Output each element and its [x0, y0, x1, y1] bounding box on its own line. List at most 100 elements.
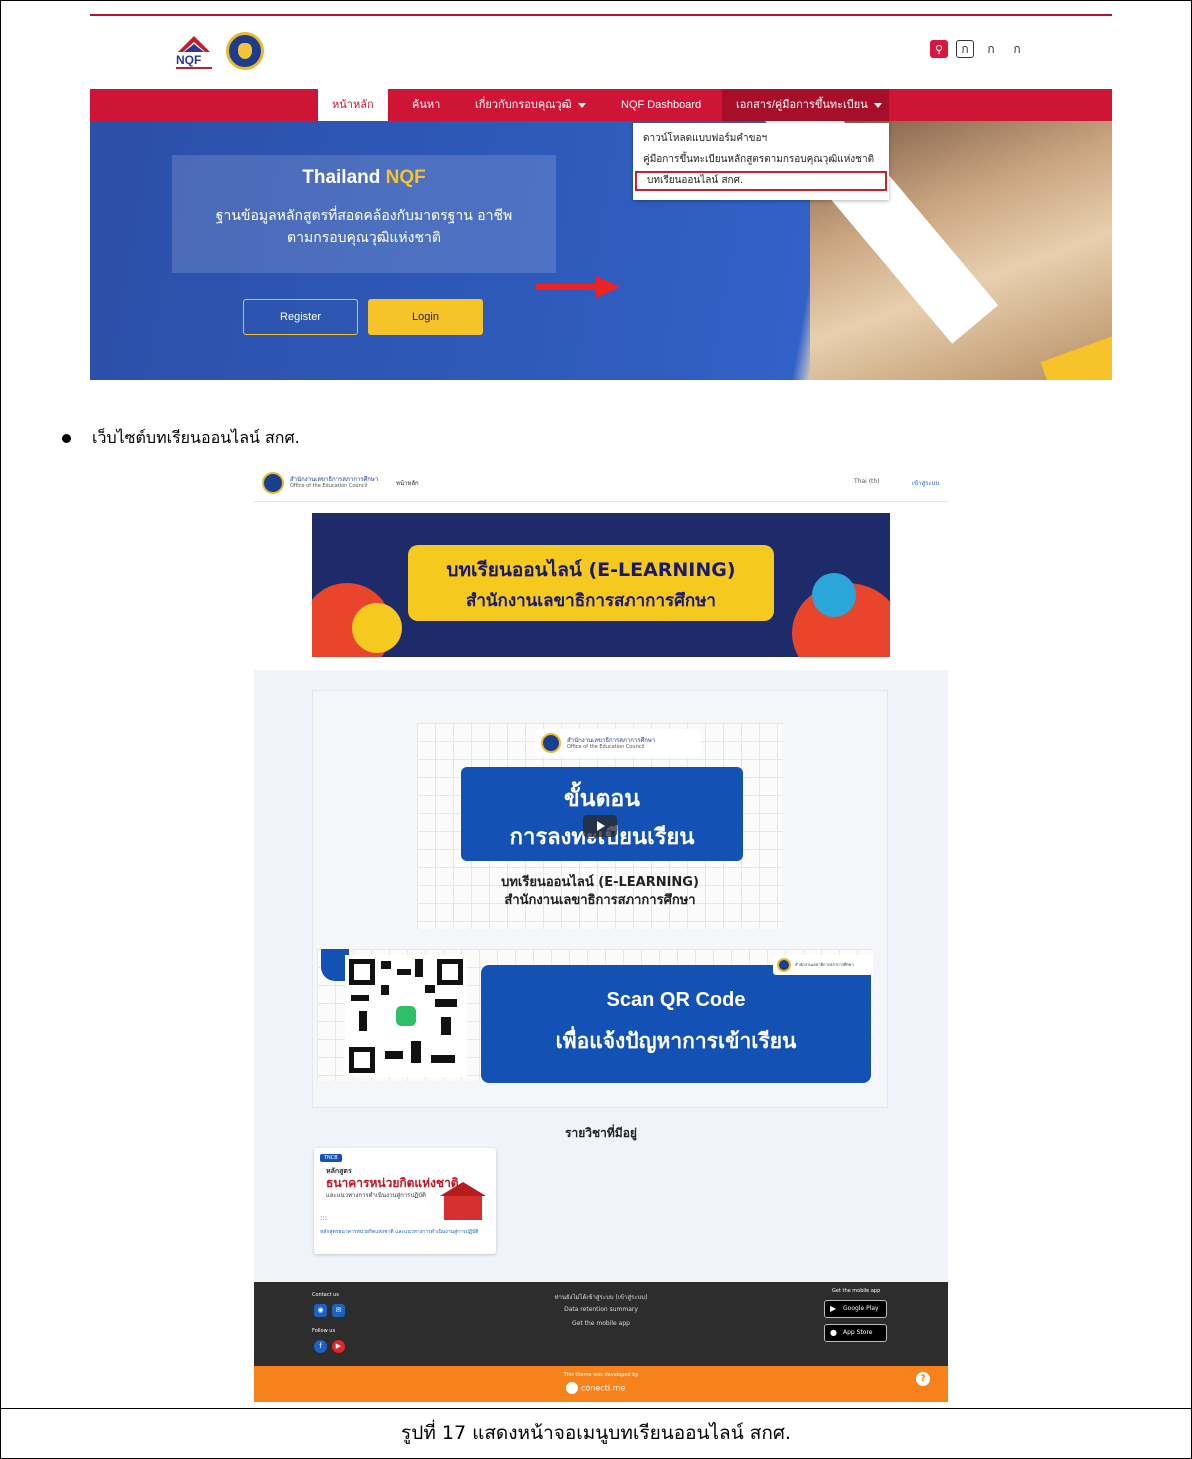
qr-module: [397, 969, 411, 975]
qr-module: [441, 1017, 451, 1035]
nav-documents-label: เอกสาร/คู่มือการขึ้นทะเบียน: [736, 99, 868, 111]
video-org-badge: สำนักงานเลขาธิการสภาการศึกษา Office of t…: [535, 729, 701, 757]
theme-credit-text: This theme was developed by: [563, 1372, 639, 1378]
svg-text:NQF: NQF: [176, 53, 201, 67]
qr-line-2: เพื่อแจ้งปัญหาการเข้าเรียน: [555, 1029, 797, 1053]
menu-item-registration-manual[interactable]: คู่มือการขึ้นทะเบียนหลักสูตรตามกรอบคุณวุ…: [633, 150, 889, 170]
google-play-label: Google Play: [843, 1305, 879, 1312]
qr-module: [415, 959, 423, 977]
nqf-logo-icon: NQF: [176, 36, 212, 69]
google-play-badge[interactable]: ▶ Google Play: [824, 1300, 887, 1318]
hero-title: Thailand NQF: [172, 167, 556, 189]
qr-finder: [437, 959, 463, 985]
hero-subtitle: ฐานข้อมูลหลักสูตรที่สอดคล้องกับมาตรฐาน อ…: [172, 205, 556, 249]
nav-home-link[interactable]: หน้าหลัก: [396, 478, 419, 488]
register-button[interactable]: Register: [243, 299, 358, 335]
footer-follow-label: Follow us: [312, 1328, 336, 1334]
nqf-main-nav: หน้าหลัก ค้นหา เกี่ยวกับกรอบคุณวุฒิ NQF …: [90, 89, 1112, 121]
intro-panel: สำนักงานเลขาธิการสภาการศึกษา Office of t…: [312, 690, 888, 1108]
annotation-arrow-icon: [596, 276, 620, 298]
org-name-en: Office of the Education Council: [290, 483, 368, 489]
nav-search[interactable]: ค้นหา: [398, 89, 454, 121]
elearning-header: สำนักงานเลขาธิการสภาการศึกษา Office of t…: [254, 464, 948, 502]
caption-separator: [0, 1408, 1192, 1409]
language-selector[interactable]: Thai (th): [854, 478, 880, 485]
course-menu-dots[interactable]: :::: [320, 1214, 327, 1222]
qr-module: [411, 1041, 421, 1063]
nav-documents[interactable]: เอกสาร/คู่มือการขึ้นทะเบียน: [722, 89, 889, 121]
login-button[interactable]: Login: [368, 299, 483, 335]
menu-item-download-forms[interactable]: ดาวน์โหลดแบบฟอร์มคำขอฯ: [633, 129, 889, 149]
bullet-dot: [62, 434, 71, 443]
chevron-down-icon: [577, 102, 586, 108]
qr-finder: [349, 959, 375, 985]
available-courses-heading: รายวิชาที่มีอยู่: [565, 1126, 637, 1140]
chevron-down-icon: [873, 102, 882, 108]
house-icon: [440, 1182, 486, 1220]
elearning-banner: บทเรียนออนไลน์ (E-LEARNING) สำนักงานเลขา…: [312, 513, 890, 657]
qr-finder: [349, 1047, 375, 1073]
qr-panel: Scan QR Code เพื่อแจ้งปัญหาการเข้าเรียน …: [317, 949, 873, 1083]
education-council-logo-icon: [777, 958, 791, 972]
annotation-arrow-shaft: [536, 284, 598, 290]
footer-mobile-heading: Get the mobile app: [832, 1288, 881, 1294]
education-council-logo-icon: [541, 733, 561, 753]
qr-message-card: Scan QR Code เพื่อแจ้งปัญหาการเข้าเรียน: [481, 965, 871, 1083]
apple-icon: ●: [830, 1328, 837, 1337]
qr-line-1: Scan QR Code: [606, 989, 746, 1011]
documents-dropdown-menu: ดาวน์โหลดแบบฟอร์มคำขอฯ คู่มือการขึ้นทะเบ…: [633, 123, 889, 200]
login-link[interactable]: เข้าสู่ระบบ: [912, 478, 939, 488]
youtube-icon[interactable]: ▶: [332, 1340, 345, 1353]
hero-subtitle-line-2: ตามกรอบคุณวุฒิแห่งชาติ: [287, 230, 441, 246]
qr-org-badge: สำนักงานเลขาธิการสภาการศึกษา: [773, 955, 873, 975]
video-org-en: Office of the Education Council: [567, 744, 645, 750]
line-app-icon: [391, 1001, 421, 1031]
nav-dashboard[interactable]: NQF Dashboard: [607, 89, 715, 121]
banner-decoration: [352, 603, 402, 653]
course-card[interactable]: TNCB หลักสูตร ธนาคารหน่วยกิตแห่งชาติ และ…: [314, 1148, 496, 1254]
course-link[interactable]: หลักสูตรธนาคารหน่วยกิตแห่งชาติ และแนวทาง…: [320, 1228, 492, 1237]
nav-about-label: เกี่ยวกับกรอบคุณวุฒิ: [475, 99, 572, 111]
qr-module: [351, 995, 369, 1001]
theme-brand[interactable]: conecti.me: [566, 1382, 625, 1394]
facebook-icon[interactable]: f: [314, 1340, 327, 1353]
font-size-button-large[interactable]: ก: [1008, 40, 1026, 58]
qr-module: [431, 1055, 455, 1063]
banner-wrapper: บทเรียนออนไลน์ (E-LEARNING) สำนักงานเลขา…: [254, 502, 948, 670]
qr-org-name: สำนักงานเลขาธิการสภาการศึกษา: [795, 962, 854, 967]
nqf-screenshot: NQF ⚲ ก ก ก หน้าหลัก ค้นหา เกี่ยวกับกรอบ…: [90, 14, 1112, 380]
search-icon[interactable]: ⚲: [930, 40, 948, 58]
elearning-screenshot: สำนักงานเลขาธิการสภาการศึกษา Office of t…: [254, 464, 948, 1402]
qr-module: [359, 1011, 367, 1031]
banner-title-card: บทเรียนออนไลน์ (E-LEARNING) สำนักงานเลขา…: [408, 545, 774, 621]
banner-decoration: [812, 573, 856, 617]
help-icon[interactable]: ?: [916, 1372, 930, 1386]
font-size-button-small[interactable]: ก: [956, 40, 974, 58]
menu-item-online-lessons[interactable]: บทเรียนออนไลน์ สกศ.: [635, 171, 887, 191]
banner-title-line-1: บทเรียนออนไลน์ (E-LEARNING): [446, 559, 736, 581]
video-subtitle-2: สำนักงานเลขาธิการสภาการศึกษา: [504, 893, 696, 908]
nav-about[interactable]: เกี่ยวกับกรอบคุณวุฒิ: [461, 89, 600, 121]
figure-caption: รูปที่ 17 แสดงหน้าจอเมนูบทเรียนออนไลน์ ส…: [401, 1422, 791, 1444]
app-store-label: App Store: [843, 1329, 873, 1336]
qr-code-icon: [345, 955, 467, 1077]
banner-title-line-2: สำนักงานเลขาธิการสภาการศึกษา: [466, 591, 716, 611]
qr-module: [435, 999, 457, 1007]
play-icon[interactable]: [583, 815, 617, 837]
course-badge: TNCB: [320, 1154, 342, 1162]
app-store-badge[interactable]: ● App Store: [824, 1324, 887, 1342]
hero-subtitle-line-1: ฐานข้อมูลหลักสูตรที่สอดคล้องกับมาตรฐาน อ…: [215, 208, 513, 224]
google-play-icon: ▶: [830, 1304, 837, 1313]
education-council-logo-icon: [262, 472, 284, 494]
hero-text-box: Thailand NQF ฐานข้อมูลหลักสูตรที่สอดคล้อ…: [172, 155, 556, 273]
nav-home[interactable]: หน้าหลัก: [318, 89, 388, 121]
font-size-button-medium[interactable]: ก: [982, 40, 1000, 58]
nqf-top-line: [90, 14, 1112, 16]
qr-module: [385, 1051, 403, 1059]
bullet-text: เว็บไซต์บทเรียนออนไลน์ สกศ.: [92, 428, 300, 447]
registration-video[interactable]: สำนักงานเลขาธิการสภาการศึกษา Office of t…: [417, 723, 783, 929]
hero-banner: Thailand NQF ฐานข้อมูลหลักสูตรที่สอดคล้อ…: [90, 121, 1112, 380]
nqf-toolbar: ⚲ ก ก ก: [930, 40, 1026, 58]
course-subtitle: และแนวทางการดำเนินงานสู่การปฏิบัติ: [326, 1192, 426, 1199]
video-title-card: ขั้นตอน การลงทะเบียนเรียน: [461, 767, 743, 861]
